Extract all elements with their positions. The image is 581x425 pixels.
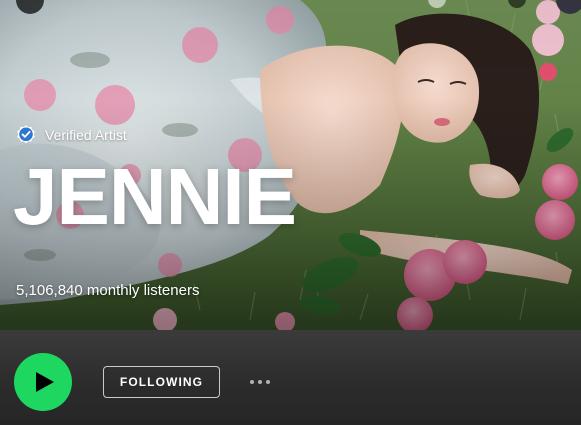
artist-header-banner: Verified Artist JENNIE 5,106,840 monthly… [0, 0, 581, 330]
more-options-icon [250, 380, 254, 384]
verified-artist-label: Verified Artist [45, 127, 127, 143]
play-icon [35, 372, 54, 392]
verified-badge-icon [17, 125, 35, 144]
verified-artist-badge: Verified Artist [15, 124, 127, 146]
more-options-button[interactable] [244, 370, 276, 394]
following-button[interactable]: FOLLOWING [103, 366, 220, 398]
artist-name: JENNIE [13, 152, 297, 241]
monthly-listeners: 5,106,840 monthly listeners [16, 282, 200, 299]
artist-page: Verified Artist JENNIE 5,106,840 monthly… [0, 0, 581, 425]
more-options-icon [266, 380, 270, 384]
more-options-icon [258, 380, 262, 384]
artist-action-bar: FOLLOWING [0, 330, 581, 425]
play-button[interactable] [14, 353, 72, 411]
